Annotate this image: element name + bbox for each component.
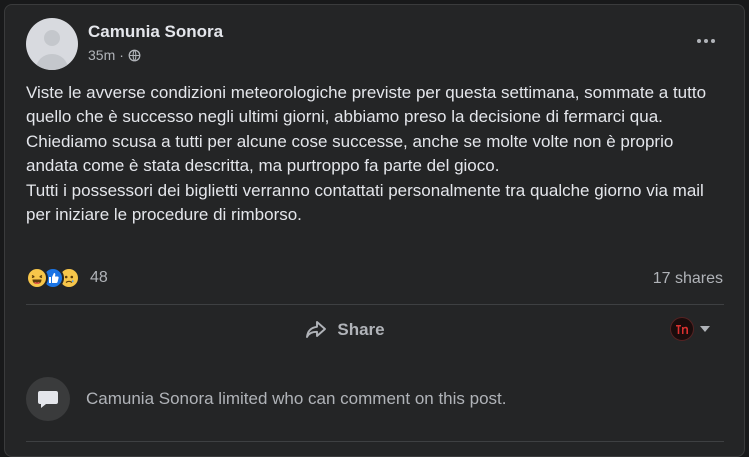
author-name[interactable]: Camunia Sonora <box>88 22 223 42</box>
post-body: Viste le avverse condizioni meteorologic… <box>26 81 726 227</box>
page-avatar <box>670 317 694 341</box>
author-avatar[interactable] <box>26 18 78 70</box>
comment-restriction: Camunia Sonora limited who can comment o… <box>26 377 506 421</box>
haha-icon <box>26 267 48 289</box>
more-options-icon <box>697 39 701 43</box>
comment-restriction-text: Camunia Sonora limited who can comment o… <box>86 389 507 408</box>
post-paragraph: Viste le avverse condizioni meteorologic… <box>26 83 707 127</box>
post-card: Camunia Sonora 35m · Viste le avverse co… <box>4 4 745 457</box>
share-button[interactable]: Share <box>275 311 415 349</box>
more-options-button[interactable] <box>692 27 720 55</box>
speech-bubble-icon <box>26 377 70 421</box>
share-label: Share <box>337 320 385 339</box>
share-arrow-icon <box>306 321 327 338</box>
post-meta: 35m · <box>88 47 141 63</box>
reaction-count[interactable]: 48 <box>90 269 108 287</box>
post-time[interactable]: 35m <box>88 47 115 63</box>
reactions-summary[interactable]: 48 <box>26 267 108 289</box>
post-paragraph: Tutti i possessori dei biglietti verrann… <box>26 180 704 225</box>
divider <box>26 441 724 442</box>
shares-count[interactable]: 17 shares <box>653 270 723 288</box>
meta-separator: · <box>119 47 124 63</box>
post-paragraph: Chiediamo scusa a tutti per alcune cose … <box>26 131 674 176</box>
divider <box>26 304 724 305</box>
page-selector[interactable] <box>670 317 710 341</box>
globe-icon <box>128 49 141 61</box>
caret-down-icon <box>700 326 710 332</box>
